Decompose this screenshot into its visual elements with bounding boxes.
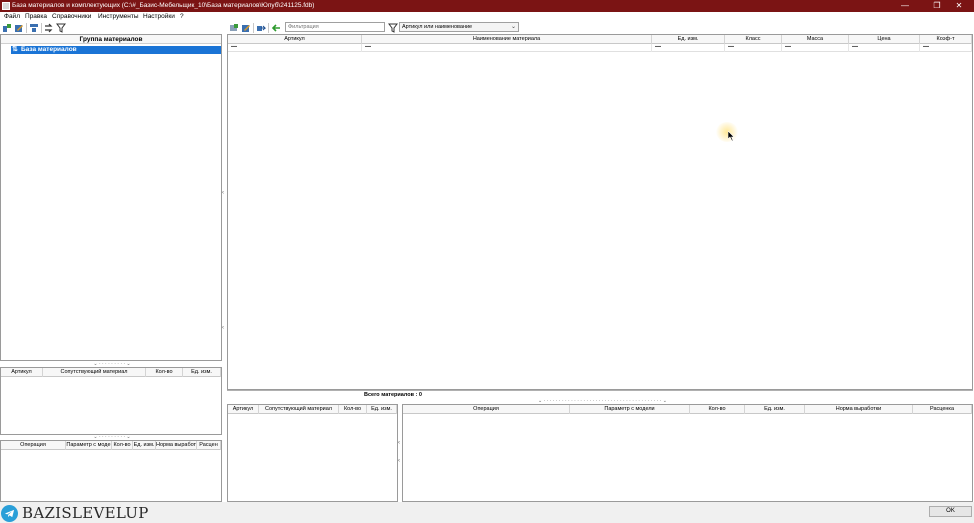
operations-grid-left-header: Операция Параметр с моде Кол-во Ед. изм.… xyxy=(1,441,221,450)
table-cell: — xyxy=(920,44,972,52)
total-materials: Всего материалов : 0 xyxy=(364,392,422,398)
col-companion[interactable]: Сопутствующий материал xyxy=(259,405,339,414)
filter-icon[interactable] xyxy=(56,23,66,33)
companion-grid-left[interactable]: Артикул Сопутствующий материал Кол-во Ед… xyxy=(0,367,222,435)
col-coef[interactable]: Коэф-т xyxy=(920,35,972,44)
window-title: База материалов и комплектующих (C:\#_Ба… xyxy=(12,2,315,9)
tree-toolbar xyxy=(0,22,222,34)
col-article[interactable]: Артикул xyxy=(228,405,259,414)
companion-grid-left-header: Артикул Сопутствующий материал Кол-во Ед… xyxy=(1,368,221,377)
move-icon[interactable] xyxy=(44,23,54,33)
chevron-down-icon: ⌄ xyxy=(510,24,516,30)
menu-help[interactable]: ? xyxy=(180,13,184,20)
col-operation[interactable]: Операция xyxy=(1,441,66,450)
col-price[interactable]: Цена xyxy=(849,35,920,44)
col-model-param[interactable]: Параметр с моде xyxy=(66,441,112,450)
splitter-left-2[interactable]: ⌄ · · · · · · · · · ⌄ xyxy=(80,435,144,440)
group-tree-icon[interactable] xyxy=(29,23,39,33)
col-unit[interactable]: Ед. изм. xyxy=(745,405,805,414)
companion-grid-bottom[interactable]: Артикул Сопутствующий материал xyxy=(227,404,398,502)
col-qty[interactable]: Кол-во xyxy=(690,405,745,414)
col-unit[interactable]: Ед. изм. xyxy=(652,35,725,44)
col-mass[interactable]: Масса xyxy=(782,35,849,44)
col-operation[interactable]: Операция xyxy=(403,405,570,414)
col-rate[interactable]: Расцен xyxy=(197,441,221,450)
table-row[interactable]: — — — — — — — xyxy=(228,44,972,52)
table-cell: — xyxy=(362,44,652,52)
col-qty[interactable]: Кол-во xyxy=(112,441,133,450)
col-qty[interactable]: Кол-во xyxy=(146,368,183,377)
table-cell: — xyxy=(725,44,782,52)
add-group-icon[interactable] xyxy=(2,23,12,33)
col-rate[interactable]: Расценка xyxy=(913,405,972,414)
tree-header: Группа материалов xyxy=(1,35,221,44)
copy-material-icon[interactable] xyxy=(256,23,266,33)
back-arrow-icon[interactable] xyxy=(271,23,281,33)
menu-settings[interactable]: Настройки xyxy=(143,13,175,20)
menu-bar: Файл Правка Справочники Инструменты Наст… xyxy=(0,12,974,22)
watermark: BAZISLEVELUP xyxy=(0,503,149,523)
tree-node-label: База материалов xyxy=(21,46,77,53)
col-class[interactable]: Класс xyxy=(725,35,782,44)
table-cell: — xyxy=(849,44,920,52)
app-icon xyxy=(2,2,10,10)
col-material-name[interactable]: Наименование материала xyxy=(362,35,652,44)
col-unit[interactable]: Ед. изм. xyxy=(133,441,156,450)
minimize-button[interactable]: — xyxy=(890,0,920,12)
table-cell: — xyxy=(782,44,849,52)
col-article[interactable]: Артикул xyxy=(228,35,362,44)
left-pane: Группа материалов ⇅ База материалов ⌄ · … xyxy=(0,34,222,502)
menu-file[interactable]: Файл xyxy=(4,13,20,20)
table-cell: — xyxy=(652,44,725,52)
col-norm[interactable]: Норма выработки xyxy=(805,405,913,414)
material-group-tree[interactable]: Группа материалов ⇅ База материалов xyxy=(0,34,222,361)
col-article[interactable]: Артикул xyxy=(1,368,43,377)
menu-edit[interactable]: Правка xyxy=(25,13,47,20)
telegram-icon xyxy=(1,504,18,522)
menu-references[interactable]: Справочники xyxy=(52,13,91,20)
filter-mode-value: Артикул или наименование xyxy=(402,24,473,30)
close-button[interactable]: ✕ xyxy=(944,0,974,12)
splitter-vertical-down[interactable]: ‹ xyxy=(222,325,226,331)
edit-group-icon[interactable] xyxy=(14,23,24,33)
filter-input[interactable] xyxy=(285,22,385,32)
ok-button[interactable]: OK xyxy=(929,506,972,517)
tree-node-root[interactable]: ⇅ База материалов xyxy=(11,46,221,54)
filter-mode-select[interactable]: Артикул или наименование ⌄ xyxy=(399,22,519,32)
mouse-cursor-icon xyxy=(727,130,736,142)
operations-grid-bottom-header: Операция Параметр с модели Кол-во Ед. из… xyxy=(403,405,972,414)
operations-grid-bottom[interactable]: Операция Параметр с модели Кол-во Ед. из… xyxy=(402,404,973,502)
col-unit[interactable]: Ед. изм. xyxy=(183,368,221,377)
col-companion[interactable]: Сопутствующий материал xyxy=(43,368,146,377)
table-cell: — xyxy=(228,44,362,52)
col-model-param[interactable]: Параметр с модели xyxy=(570,405,690,414)
col-qty[interactable]: Кол-во xyxy=(339,405,367,414)
materials-grid[interactable]: Артикул Наименование материала Ед. изм. … xyxy=(227,34,973,390)
edit-material-icon[interactable] xyxy=(241,23,251,33)
materials-grid-header: Артикул Наименование материала Ед. изм. … xyxy=(228,35,972,44)
menu-tools[interactable]: Инструменты xyxy=(98,13,139,20)
title-bar: База материалов и комплектующих (C:\#_Ба… xyxy=(0,0,974,12)
companion-grid-bottom-columns: Артикул Сопутствующий материал Кол-во Ед… xyxy=(228,405,397,414)
operations-grid-left[interactable]: Операция Параметр с моде Кол-во Ед. изм.… xyxy=(0,440,222,502)
filter-mode-icon[interactable] xyxy=(388,23,398,33)
splitter-left-1[interactable]: ⌄ · · · · · · · · · ⌄ xyxy=(80,362,144,367)
col-unit[interactable]: Ед. изм. xyxy=(367,405,397,414)
watermark-text: BAZISLEVELUP xyxy=(22,504,149,522)
col-norm[interactable]: Норма выработ xyxy=(156,441,197,450)
splitter-vertical-up[interactable]: ‹ xyxy=(222,190,226,196)
add-material-icon[interactable] xyxy=(229,23,239,33)
materials-toolbar: Артикул или наименование ⌄ xyxy=(227,22,974,34)
tree-folder-icon: ⇅ xyxy=(12,46,18,53)
splitter-bottom[interactable]: ⌄ · · · · · · · · · · · · · · · · · · · … xyxy=(490,399,715,404)
